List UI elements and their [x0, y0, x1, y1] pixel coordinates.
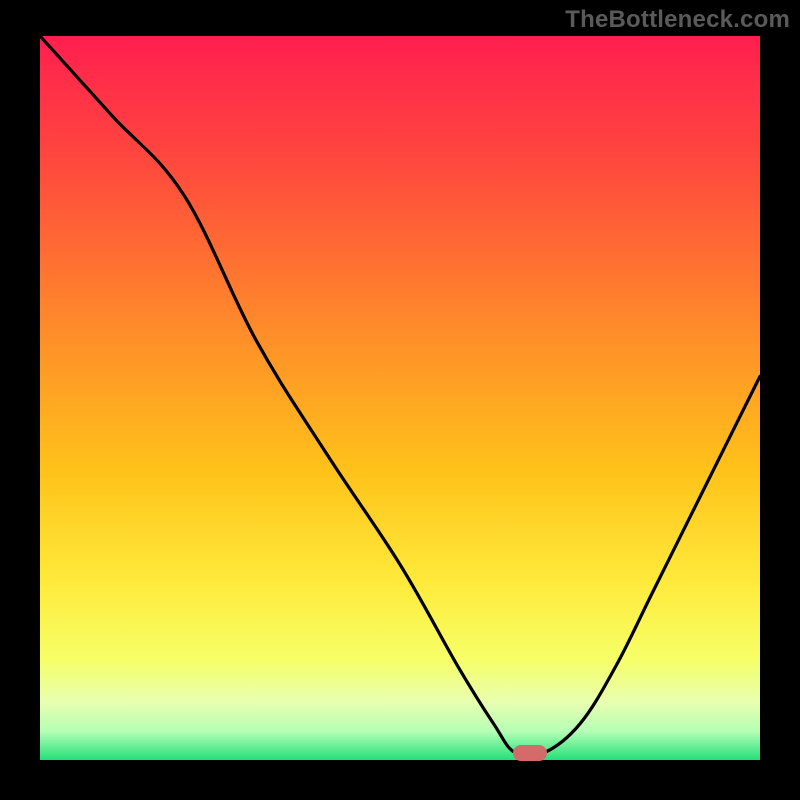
chart-frame: TheBottleneck.com: [0, 0, 800, 800]
chart-svg: [40, 36, 760, 760]
optimal-point-marker: [513, 745, 547, 761]
watermark-text: TheBottleneck.com: [565, 6, 790, 34]
gradient-background: [40, 36, 760, 760]
plot-area: [40, 36, 760, 760]
